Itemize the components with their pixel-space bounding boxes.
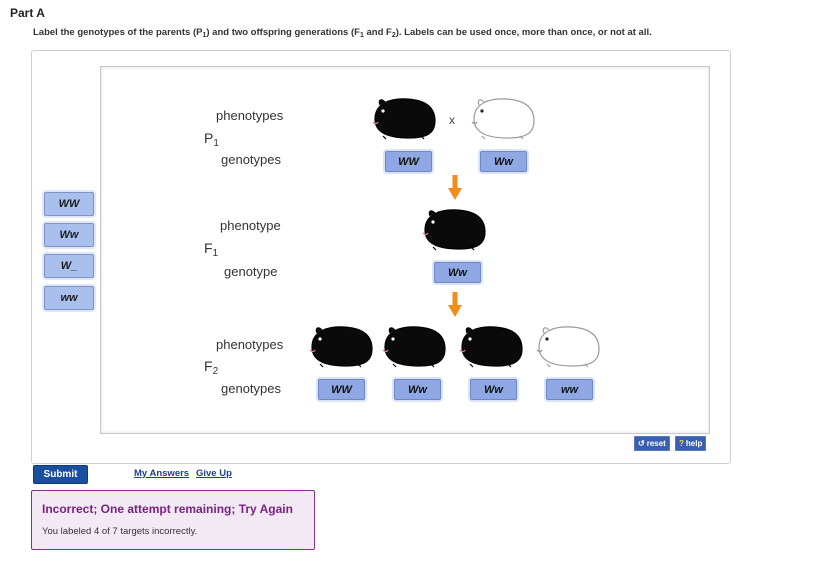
part-title: Part A bbox=[10, 6, 45, 20]
target-f2-genotype[interactable]: ww bbox=[546, 379, 593, 400]
f2-generation-label: F2 bbox=[204, 358, 218, 377]
target-f1-genotype[interactable]: Ww bbox=[434, 262, 481, 283]
down-arrow-icon bbox=[448, 292, 462, 318]
label-bank-WW[interactable]: WW bbox=[44, 192, 94, 216]
generation-subscript: 1 bbox=[212, 248, 219, 259]
feedback-title: Incorrect; One attempt remaining; Try Ag… bbox=[42, 502, 293, 516]
reset-label: reset bbox=[646, 439, 666, 448]
generation-letter: P bbox=[204, 130, 214, 146]
feedback-message: You labeled 4 of 7 targets incorrectly. bbox=[42, 526, 198, 537]
my-answers-link[interactable]: My Answers bbox=[134, 468, 189, 479]
instructions: Label the genotypes of the parents (P1) … bbox=[33, 27, 652, 39]
label-bank-W_[interactable]: W_ bbox=[44, 254, 94, 278]
p1-phenotypes-label: phenotypes bbox=[216, 108, 284, 123]
p1-generation-label: P1 bbox=[204, 130, 219, 149]
generation-subscript: 2 bbox=[212, 366, 219, 377]
instructions-text: ). Labels can be used once, more than on… bbox=[395, 27, 652, 38]
instructions-text: Label the genotypes of the parents (P bbox=[33, 27, 203, 38]
f2-phenotypes-label: phenotypes bbox=[216, 337, 284, 352]
question-icon: ? bbox=[679, 439, 684, 448]
guinea-pig-black bbox=[379, 323, 449, 369]
instructions-text: ) and two offspring generations (F bbox=[206, 27, 360, 38]
target-f2-genotype[interactable]: Ww bbox=[470, 379, 517, 400]
target-f2-genotype[interactable]: WW bbox=[318, 379, 365, 400]
guinea-pig-black bbox=[306, 323, 376, 369]
guinea-pig-black bbox=[419, 206, 489, 252]
label-bank-ww[interactable]: ww bbox=[44, 286, 94, 310]
guinea-pig-black bbox=[369, 95, 439, 141]
f2-genotypes-label: genotypes bbox=[221, 381, 281, 396]
p1-genotypes-label: genotypes bbox=[221, 152, 281, 167]
target-p1-genotype[interactable]: Ww bbox=[480, 151, 527, 172]
f1-genotype-label: genotype bbox=[224, 264, 278, 279]
help-button[interactable]: ? help bbox=[675, 436, 707, 451]
guinea-pig-black bbox=[456, 323, 526, 369]
instructions-text: and F bbox=[363, 27, 392, 38]
guinea-pig-white bbox=[533, 323, 603, 369]
f1-phenotype-label: phenotype bbox=[220, 218, 281, 233]
submit-button[interactable]: Submit bbox=[33, 465, 88, 484]
reset-button[interactable]: ↺ reset bbox=[634, 436, 670, 451]
guinea-pig-white bbox=[468, 95, 538, 141]
generation-letter: F bbox=[204, 240, 213, 256]
help-label: help bbox=[685, 439, 703, 448]
reset-icon: ↺ bbox=[638, 439, 645, 448]
f1-generation-label: F1 bbox=[204, 240, 218, 259]
label-bank-Ww[interactable]: Ww bbox=[44, 223, 94, 247]
cross-symbol: x bbox=[449, 113, 455, 127]
feedback-box: Incorrect; One attempt remaining; Try Ag… bbox=[31, 490, 315, 550]
generation-letter: F bbox=[204, 358, 213, 374]
down-arrow-icon bbox=[448, 175, 462, 201]
target-f2-genotype[interactable]: Ww bbox=[394, 379, 441, 400]
target-p1-genotype[interactable]: WW bbox=[385, 151, 432, 172]
generation-subscript: 1 bbox=[213, 138, 219, 149]
give-up-link[interactable]: Give Up bbox=[196, 468, 232, 479]
